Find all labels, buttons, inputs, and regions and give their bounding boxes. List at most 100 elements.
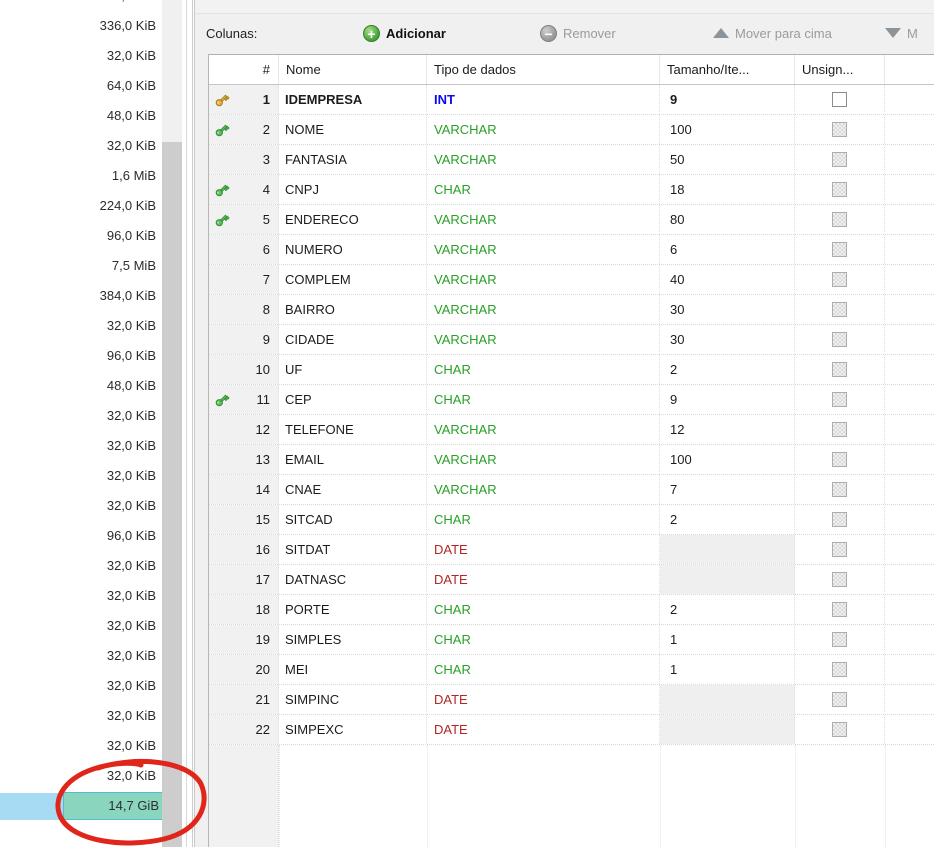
table-size-item[interactable]: 96,0 KiB [0,341,160,371]
length-cell[interactable]: 80 [660,205,795,234]
table-size-item[interactable]: 32,0 KiB [0,431,160,461]
column-row[interactable]: 15 SITCAD CHAR 2 [209,505,934,535]
table-size-item[interactable]: 32,0 KiB [0,131,160,161]
column-row[interactable]: 14 CNAE VARCHAR 7 [209,475,934,505]
column-header[interactable]: # [209,55,279,84]
data-type-cell[interactable]: INT [427,85,660,114]
panel-splitter[interactable] [182,0,194,847]
column-row[interactable]: 22 SIMPEXC DATE [209,715,934,745]
row-number-cell[interactable]: 1 [209,85,279,114]
length-cell[interactable]: 7 [660,475,795,504]
column-row[interactable]: 17 DATNASC DATE [209,565,934,595]
length-cell[interactable]: 2 [660,355,795,384]
length-cell[interactable] [660,685,795,714]
row-number-cell[interactable]: 11 [209,385,279,414]
data-type-cell[interactable]: VARCHAR [427,295,660,324]
length-cell[interactable] [660,535,795,564]
table-size-item[interactable]: 1,6 MiB [0,161,160,191]
column-row[interactable]: 10 UF CHAR 2 [209,355,934,385]
table-size-item[interactable]: 32,0 KiB [0,761,160,791]
length-cell[interactable]: 18 [660,175,795,204]
column-row[interactable]: 18 PORTE CHAR 2 [209,595,934,625]
column-name-cell[interactable]: DATNASC [279,565,427,594]
column-row[interactable]: 13 EMAIL VARCHAR 100 [209,445,934,475]
column-row[interactable]: 12 TELEFONE VARCHAR 12 [209,415,934,445]
length-cell[interactable] [660,565,795,594]
row-number-cell[interactable]: 18 [209,595,279,624]
data-type-cell[interactable]: VARCHAR [427,205,660,234]
length-cell[interactable]: 6 [660,235,795,264]
column-row[interactable]: 20 MEI CHAR 1 [209,655,934,685]
column-name-cell[interactable]: CNAE [279,475,427,504]
table-size-item[interactable]: 32,0 KiB [0,491,160,521]
length-cell[interactable]: 12 [660,415,795,444]
column-row[interactable]: 9 CIDADE VARCHAR 30 [209,325,934,355]
length-cell[interactable]: 2 [660,595,795,624]
table-size-item[interactable]: 32,0 KiB [0,311,160,341]
column-row[interactable]: 6 NUMERO VARCHAR 6 [209,235,934,265]
data-type-cell[interactable]: CHAR [427,385,660,414]
column-name-cell[interactable]: ENDERECO [279,205,427,234]
row-number-cell[interactable]: 21 [209,685,279,714]
table-size-item[interactable]: 14,7 GiB [0,791,167,821]
table-size-item[interactable]: 32,0 KiB [0,461,160,491]
table-size-item[interactable]: 336,0 KiB [0,11,160,41]
length-cell[interactable]: 100 [660,445,795,474]
data-type-cell[interactable]: DATE [427,565,660,594]
length-cell[interactable]: 1 [660,625,795,654]
row-number-cell[interactable]: 16 [209,535,279,564]
row-number-cell[interactable]: 3 [209,145,279,174]
row-number-cell[interactable]: 10 [209,355,279,384]
data-type-cell[interactable]: CHAR [427,655,660,684]
table-size-item[interactable]: 32,0 KiB [0,641,160,671]
column-row[interactable]: 19 SIMPLES CHAR 1 [209,625,934,655]
unsigned-checkbox[interactable] [832,92,847,107]
row-number-cell[interactable]: 2 [209,115,279,144]
row-number-cell[interactable]: 4 [209,175,279,204]
row-number-cell[interactable]: 20 [209,655,279,684]
length-cell[interactable]: 1 [660,655,795,684]
length-cell[interactable]: 9 [660,385,795,414]
table-size-item[interactable]: 96,0 KiB [0,0,160,11]
data-type-cell[interactable]: VARCHAR [427,445,660,474]
table-size-item[interactable]: 32,0 KiB [0,701,160,731]
data-type-cell[interactable]: DATE [427,535,660,564]
table-size-item[interactable]: 32,0 KiB [0,401,160,431]
table-size-item[interactable]: 224,0 KiB [0,191,160,221]
column-header[interactable]: Tamanho/Ite... [660,55,795,84]
column-name-cell[interactable]: UF [279,355,427,384]
data-type-cell[interactable]: VARCHAR [427,265,660,294]
row-number-cell[interactable]: 19 [209,625,279,654]
data-type-cell[interactable]: CHAR [427,625,660,654]
column-name-cell[interactable]: SITDAT [279,535,427,564]
column-row[interactable]: 11 CEP CHAR 9 [209,385,934,415]
row-number-cell[interactable]: 13 [209,445,279,474]
data-type-cell[interactable]: CHAR [427,505,660,534]
row-number-cell[interactable]: 7 [209,265,279,294]
add-column-button[interactable]: + Adicionar [363,14,446,52]
table-size-item[interactable]: 96,0 KiB [0,221,160,251]
column-name-cell[interactable]: NUMERO [279,235,427,264]
column-row[interactable]: 4 CNPJ CHAR 18 [209,175,934,205]
column-row[interactable]: 5 ENDERECO VARCHAR 80 [209,205,934,235]
data-type-cell[interactable]: VARCHAR [427,235,660,264]
column-row[interactable]: 7 COMPLEM VARCHAR 40 [209,265,934,295]
length-cell[interactable]: 50 [660,145,795,174]
row-number-cell[interactable]: 22 [209,715,279,744]
scrollbar-thumb[interactable] [162,142,182,847]
table-size-item[interactable]: 32,0 KiB [0,671,160,701]
table-size-item[interactable]: 7,5 MiB [0,251,160,281]
column-name-cell[interactable]: COMPLEM [279,265,427,294]
row-number-cell[interactable]: 5 [209,205,279,234]
row-number-cell[interactable]: 17 [209,565,279,594]
data-type-cell[interactable]: VARCHAR [427,475,660,504]
data-type-cell[interactable]: VARCHAR [427,415,660,444]
table-size-item[interactable]: 96,0 KiB [0,521,160,551]
data-type-cell[interactable]: DATE [427,715,660,744]
table-size-item[interactable]: 32,0 KiB [0,731,160,761]
column-name-cell[interactable]: IDEMPRESA [279,85,427,114]
column-row[interactable]: 21 SIMPINC DATE [209,685,934,715]
column-row[interactable]: 2 NOME VARCHAR 100 [209,115,934,145]
column-row[interactable]: 16 SITDAT DATE [209,535,934,565]
column-header[interactable]: Tipo de dados [427,55,660,84]
